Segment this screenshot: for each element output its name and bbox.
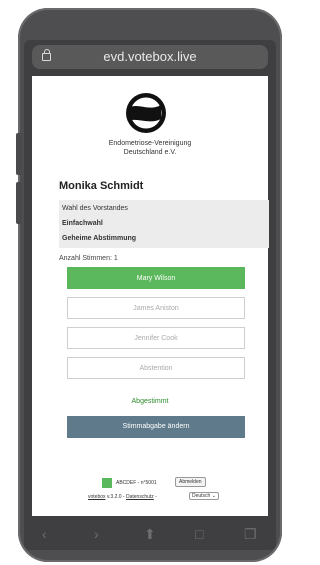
election-info-box: Wahl des Vorstandes Einfachwahl Geheime … [59,200,269,248]
bookmarks-icon[interactable]: □ [195,526,203,542]
option-abstention[interactable]: Abstention [67,357,245,379]
share-icon[interactable]: ⬆ [144,526,156,543]
address-bar[interactable]: evd.votebox.live [32,45,268,69]
phone-side-button-2 [16,182,22,224]
forward-arrow-icon[interactable]: › [94,526,99,542]
browser-toolbar: ‹ › ⬆ □ ❐ [24,518,276,550]
footer-separator: - [153,494,157,500]
election-type: Einfachwahl [62,220,103,227]
vote-page: Endometriose-Vereinigung Deutschland e.V… [32,76,269,516]
organization-name: Endometriose-Vereinigung Deutschland e.V… [32,139,268,157]
vote-count-label: Anzahl Stimmen: 1 [59,255,118,262]
phone-screen: evd.votebox.live Endometriose-Vereinigun… [24,40,276,550]
url-text: evd.votebox.live [103,49,197,64]
organization-logo-icon [126,93,166,133]
option-james-aniston[interactable]: James Aniston [67,297,245,319]
option-jennifer-cook[interactable]: Jennifer Cook [67,327,245,349]
votebox-link[interactable]: votebox [88,494,106,500]
chevron-down-icon: ⌄ [211,493,216,499]
vote-status: Abgestimmt [131,398,169,405]
voter-code: ABCDEF - n°5001 [116,480,157,486]
language-select[interactable]: Deutsch ⌄ [189,492,219,500]
status-square-icon [102,478,112,488]
tabs-icon[interactable]: ❐ [244,526,257,543]
change-vote-button[interactable]: Stimmabgabe ändern [67,416,245,438]
language-value: Deutsch [192,493,211,499]
election-mode: Geheime Abstimmung [62,235,137,242]
organization-name-line1: Endometriose-Vereinigung [108,140,192,147]
privacy-link[interactable]: Datenschutz [126,494,154,500]
organization-name-line2: Deutschland e.V. [123,149,177,156]
version-text: v.3.2.0 - [105,494,126,500]
phone-side-button-1 [16,133,22,175]
voter-name: Monika Schmidt [59,180,144,192]
option-mary-wilson[interactable]: Mary Wilson [67,267,245,289]
back-arrow-icon[interactable]: ‹ [42,526,47,542]
election-title: Wahl des Vorstandes [62,205,128,212]
lock-icon [42,49,51,61]
logout-button[interactable]: Abmelden [175,477,206,487]
